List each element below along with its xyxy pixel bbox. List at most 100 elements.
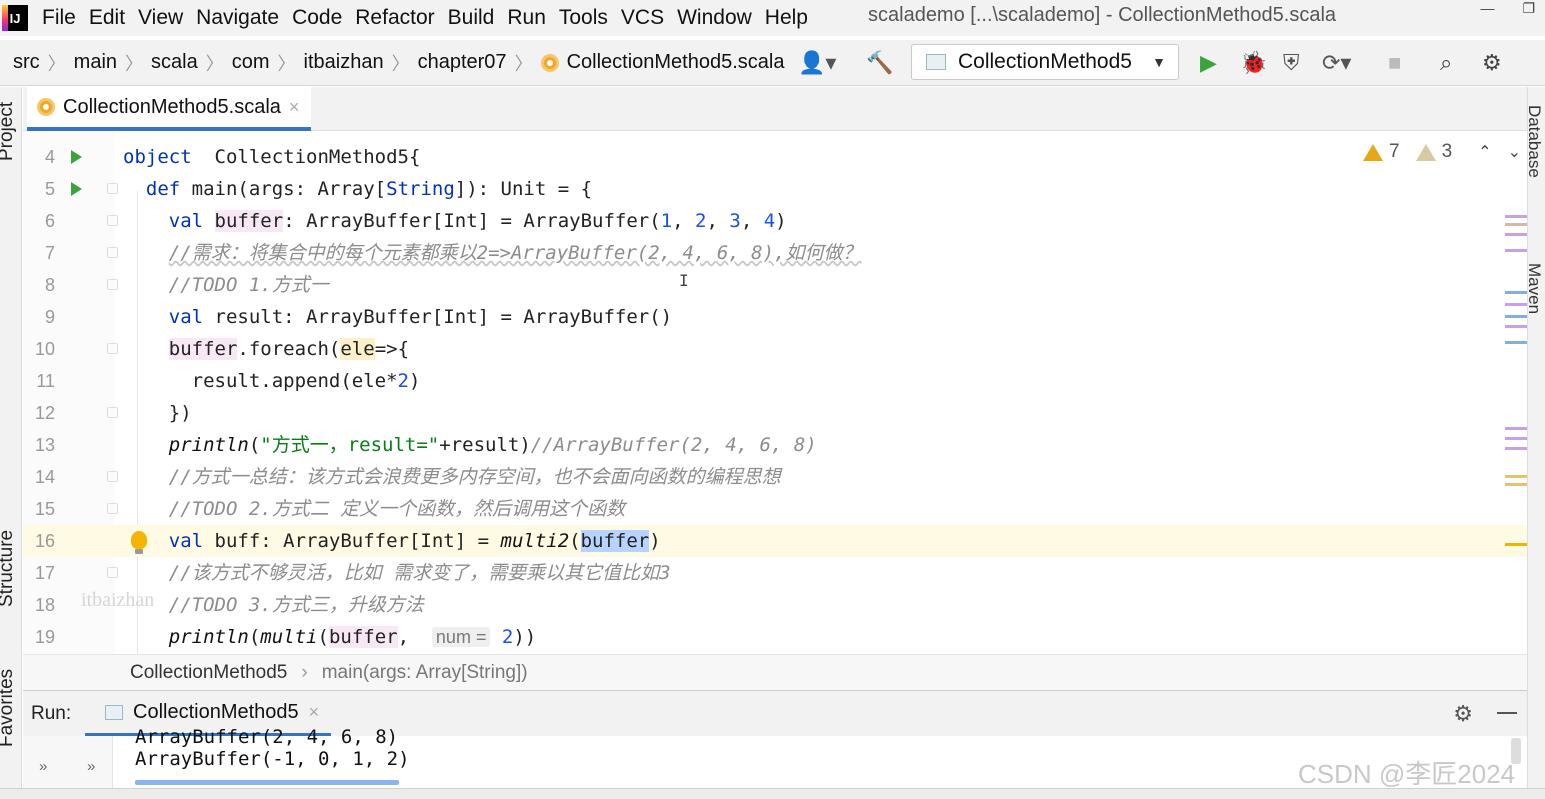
- fold-marker-icon[interactable]: [107, 247, 118, 258]
- menu-edit[interactable]: Edit: [89, 6, 125, 30]
- build-hammer-icon[interactable]: 🔨: [866, 48, 893, 78]
- line-number[interactable]: 14: [23, 461, 55, 493]
- line-number[interactable]: 5: [23, 173, 55, 205]
- expand-icon[interactable]: »: [87, 758, 95, 775]
- profile-icon[interactable]: ⟳▾: [1322, 48, 1351, 78]
- menu-file[interactable]: File: [42, 6, 76, 30]
- menu-view[interactable]: View: [138, 6, 183, 30]
- minimize-panel-icon[interactable]: [1497, 712, 1517, 714]
- line-number[interactable]: 11: [23, 365, 55, 397]
- inspection-widget[interactable]: 7 3 ⌃ ⌄: [1363, 141, 1521, 163]
- fold-marker-icon[interactable]: [107, 183, 118, 194]
- error-stripe-mark[interactable]: [1505, 325, 1527, 328]
- error-stripe-mark[interactable]: [1505, 291, 1527, 294]
- code-line[interactable]: 16 val buff: ArrayBuffer[Int] = multi2(b…: [23, 525, 1527, 557]
- line-number[interactable]: 16: [23, 525, 55, 557]
- fold-marker-icon[interactable]: [107, 279, 118, 290]
- previous-highlight-icon[interactable]: ⌃: [1478, 142, 1491, 162]
- breadcrumb-item[interactable]: CollectionMethod5.scala: [540, 51, 784, 74]
- code-line[interactable]: 13 println("方式一，result="+result)//ArrayB…: [23, 429, 1527, 461]
- error-stripe-mark[interactable]: [1505, 215, 1527, 218]
- menu-window[interactable]: Window: [677, 6, 752, 30]
- code-line[interactable]: 15 //TODO 2.方式二 定义一个函数，然后调用这个函数: [23, 493, 1527, 525]
- line-number[interactable]: 18: [23, 589, 55, 621]
- line-number[interactable]: 7: [23, 237, 55, 269]
- restore-window-icon[interactable]: ❐: [1522, 0, 1535, 17]
- error-stripe-mark[interactable]: [1505, 437, 1527, 440]
- code-line[interactable]: 19 println(multi(buffer, num = 2)): [23, 621, 1527, 653]
- gutter-run-icon[interactable]: [71, 182, 82, 196]
- close-run-tab-icon[interactable]: ×: [309, 702, 320, 723]
- menu-help[interactable]: Help: [765, 6, 808, 30]
- code-line[interactable]: 10 buffer.foreach(ele=>{: [23, 333, 1527, 365]
- code-line[interactable]: 18 //TODO 3.方式三，升级方法: [23, 589, 1527, 621]
- tool-window-database[interactable]: Database: [1524, 105, 1544, 178]
- code-editor[interactable]: 4 object CollectionMethod5{5 def main(arg…: [23, 131, 1527, 654]
- fold-marker-icon[interactable]: [107, 503, 118, 514]
- close-tab-icon[interactable]: ×: [289, 97, 300, 118]
- tool-window-maven[interactable]: Maven: [1524, 263, 1544, 314]
- run-configuration-select[interactable]: CollectionMethod5 ▼: [911, 44, 1179, 80]
- code-line[interactable]: 9 val result: ArrayBuffer[Int] = ArrayBu…: [23, 301, 1527, 333]
- run-icon[interactable]: ▶: [1200, 48, 1217, 78]
- tool-window-structure[interactable]: Structure: [0, 530, 18, 607]
- breadcrumb-item[interactable]: chapter07: [418, 51, 507, 74]
- breadcrumb-item[interactable]: src: [13, 51, 40, 74]
- code-line[interactable]: 12 }): [23, 397, 1527, 429]
- next-highlight-icon[interactable]: ⌄: [1508, 142, 1521, 162]
- line-number[interactable]: 13: [23, 429, 55, 461]
- breadcrumb-item[interactable]: com: [232, 51, 270, 74]
- line-number[interactable]: 4: [23, 141, 55, 173]
- breadcrumb-item[interactable]: scala: [151, 51, 198, 74]
- error-stripe-mark[interactable]: [1505, 303, 1527, 306]
- line-number[interactable]: 6: [23, 205, 55, 237]
- menu-tools[interactable]: Tools: [559, 6, 608, 30]
- error-stripe-mark[interactable]: [1505, 475, 1527, 478]
- coverage-icon[interactable]: ⛨: [1283, 48, 1300, 78]
- breadcrumb-item[interactable]: main: [74, 51, 117, 74]
- line-number[interactable]: 10: [23, 333, 55, 365]
- error-stripe-mark[interactable]: [1505, 233, 1527, 236]
- error-stripe-mark[interactable]: [1505, 315, 1527, 318]
- menu-navigate[interactable]: Navigate: [196, 6, 279, 30]
- error-stripe-mark[interactable]: [1505, 249, 1527, 252]
- tool-window-project[interactable]: Project: [0, 102, 18, 161]
- code-line[interactable]: 6 val buffer: ArrayBuffer[Int] = ArrayBu…: [23, 205, 1527, 237]
- error-stripe-mark[interactable]: [1505, 483, 1527, 486]
- error-stripe-mark[interactable]: [1505, 543, 1527, 546]
- run-settings-gear-icon[interactable]: ⚙: [1453, 701, 1473, 727]
- code-crumb-method[interactable]: main(args: Array[String]): [322, 662, 528, 684]
- error-stripe-mark[interactable]: [1505, 427, 1527, 430]
- debug-icon[interactable]: 🐞: [1240, 48, 1267, 78]
- code-line[interactable]: 14 //方式一总结：该方式会浪费更多内存空间，也不会面向函数的编程思想: [23, 461, 1527, 493]
- fold-marker-icon[interactable]: [107, 215, 118, 226]
- settings-gear-icon[interactable]: ⚙: [1482, 48, 1502, 78]
- code-line[interactable]: 17 //该方式不够灵活，比如 需求变了，需要乘以其它值比如3: [23, 557, 1527, 589]
- code-line[interactable]: 4 object CollectionMethod5{: [23, 141, 1527, 173]
- error-stripe-mark[interactable]: [1505, 223, 1527, 226]
- menu-refactor[interactable]: Refactor: [355, 6, 434, 30]
- gutter-run-icon[interactable]: [71, 150, 82, 164]
- fold-marker-icon[interactable]: [107, 567, 118, 578]
- expand-icon[interactable]: »: [39, 758, 47, 775]
- line-number[interactable]: 15: [23, 493, 55, 525]
- fold-marker-icon[interactable]: [107, 471, 118, 482]
- line-number[interactable]: 17: [23, 557, 55, 589]
- menu-code[interactable]: Code: [292, 6, 342, 30]
- minimize-window-icon[interactable]: —: [1480, 0, 1494, 17]
- breadcrumb-item[interactable]: itbaizhan: [304, 51, 384, 74]
- fold-marker-icon[interactable]: [107, 407, 118, 418]
- line-number[interactable]: 19: [23, 621, 55, 653]
- error-stripe[interactable]: [1501, 191, 1527, 654]
- code-line[interactable]: 11 result.append(ele*2): [23, 365, 1527, 397]
- menu-run[interactable]: Run: [507, 6, 546, 30]
- menu-build[interactable]: Build: [448, 6, 495, 30]
- tool-window-favorites[interactable]: Favorites: [0, 669, 18, 747]
- code-crumb-class[interactable]: CollectionMethod5: [130, 662, 287, 684]
- line-number[interactable]: 9: [23, 301, 55, 333]
- editor-tab-active[interactable]: CollectionMethod5.scala ×: [27, 87, 312, 131]
- code-line[interactable]: 5 def main(args: Array[String]): Unit = …: [23, 173, 1527, 205]
- line-number[interactable]: 8: [23, 269, 55, 301]
- user-icon[interactable]: 👤▾: [798, 48, 836, 78]
- code-line[interactable]: 7 //需求：将集合中的每个元素都乘以2=>ArrayBuffer(2, 4, …: [23, 237, 1527, 269]
